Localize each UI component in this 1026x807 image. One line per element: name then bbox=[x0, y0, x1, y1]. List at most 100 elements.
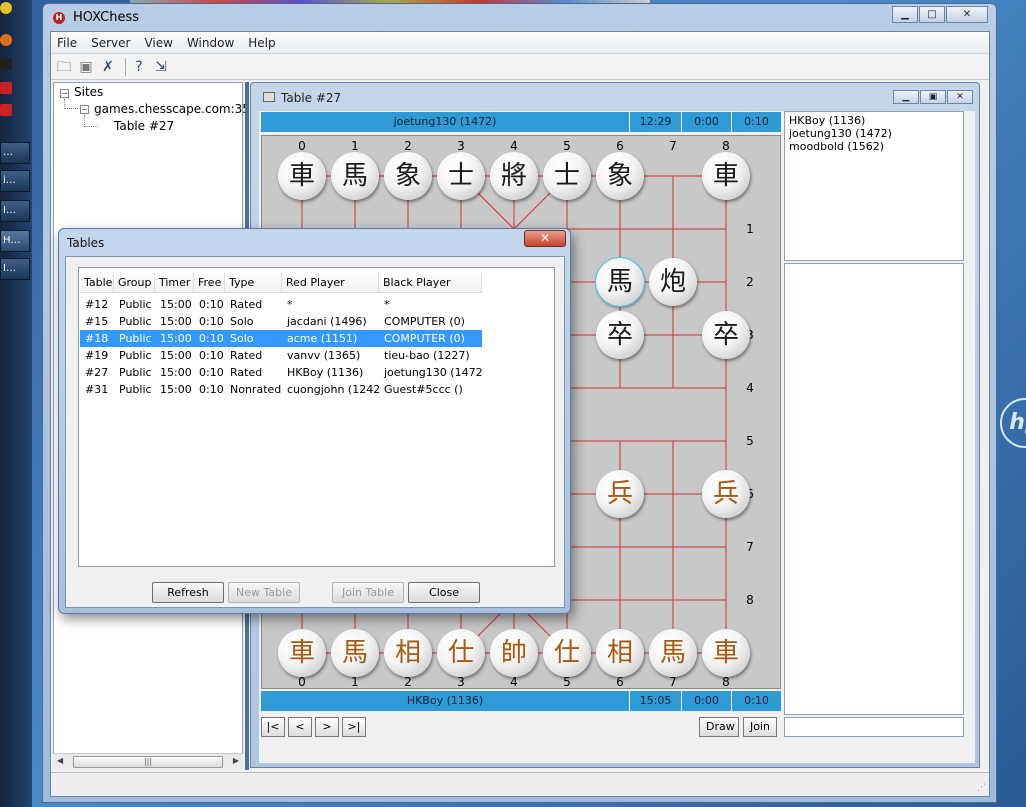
red-piece[interactable]: 相 bbox=[384, 629, 432, 677]
menu-window[interactable]: Window bbox=[187, 36, 234, 50]
tree-node-table[interactable]: Table #27 bbox=[114, 119, 174, 133]
black-piece[interactable]: 卒 bbox=[596, 311, 644, 359]
file-label-top: 5 bbox=[563, 139, 571, 153]
black-piece[interactable]: 將 bbox=[490, 152, 538, 200]
column-header-group[interactable]: Group bbox=[114, 273, 155, 292]
table-row[interactable]: #18 Public 15:00 0:10 Solo acme (1151) COMPUTE… bbox=[80, 330, 482, 347]
table-row[interactable]: #12 Public 15:00 0:10 Rated * * bbox=[80, 296, 482, 313]
file-label-bottom: 3 bbox=[457, 675, 465, 689]
observer-item[interactable]: joetung130 (1472) bbox=[789, 127, 959, 140]
app-icon[interactable] bbox=[0, 104, 12, 116]
red-piece[interactable]: 仕 bbox=[437, 629, 485, 677]
red-piece[interactable]: 車 bbox=[702, 629, 750, 677]
red-piece[interactable]: 帥 bbox=[490, 629, 538, 677]
disconnect-icon[interactable]: ✗ bbox=[99, 58, 117, 76]
file-label-bottom: 6 bbox=[616, 675, 624, 689]
resize-grip-icon[interactable]: ⋰ bbox=[977, 783, 986, 793]
red-piece[interactable]: 兵 bbox=[596, 470, 644, 518]
menu-server[interactable]: Server bbox=[91, 36, 130, 50]
black-piece[interactable]: 士 bbox=[543, 152, 591, 200]
chat-input[interactable] bbox=[784, 717, 964, 737]
join-table-button[interactable]: Join Table bbox=[332, 582, 404, 603]
column-header-red-player[interactable]: Red Player bbox=[282, 273, 379, 292]
close-button[interactable]: ✕ bbox=[946, 6, 988, 23]
open-folder-icon[interactable]: 🗀 bbox=[55, 58, 73, 76]
black-piece[interactable]: 車 bbox=[702, 152, 750, 200]
red-piece[interactable]: 馬 bbox=[649, 629, 697, 677]
chat-log[interactable] bbox=[784, 263, 964, 715]
column-header-type[interactable]: Type bbox=[225, 273, 282, 292]
black-piece[interactable]: 炮 bbox=[649, 258, 697, 306]
table-row[interactable]: #15 Public 15:00 0:10 Solo jacdani (1496) COMP… bbox=[80, 313, 482, 330]
observer-item[interactable]: moodbold (1562) bbox=[789, 140, 959, 153]
save-icon[interactable]: ▣ bbox=[77, 58, 95, 76]
cell-free: 0:10 bbox=[199, 332, 224, 345]
tables-list[interactable]: Table Group Timer Free Type Red Player B… bbox=[78, 267, 555, 567]
scroll-left-icon[interactable]: ◀ bbox=[57, 756, 63, 765]
terminal-icon[interactable] bbox=[0, 58, 12, 70]
black-piece[interactable]: 馬 bbox=[331, 152, 379, 200]
first-move-button[interactable]: |< bbox=[261, 717, 285, 737]
menu-view[interactable]: View bbox=[144, 36, 172, 50]
tree-scrollbar[interactable]: ◀ ||| ▶ bbox=[53, 753, 243, 770]
title-bar[interactable]: H HOXChess ▁ □ ✕ bbox=[43, 4, 996, 30]
draw-button[interactable]: Draw bbox=[699, 717, 739, 737]
cell-group: Public bbox=[119, 332, 152, 345]
table-close-button[interactable]: ✕ bbox=[947, 90, 973, 104]
red-piece[interactable]: 仕 bbox=[543, 629, 591, 677]
refresh-button[interactable]: Refresh bbox=[152, 582, 224, 603]
cell-timer: 15:00 bbox=[160, 366, 192, 379]
black-piece[interactable]: 象 bbox=[384, 152, 432, 200]
next-move-button[interactable]: > bbox=[315, 717, 339, 737]
start-orb-icon[interactable] bbox=[0, 2, 12, 14]
red-piece[interactable]: 兵 bbox=[702, 470, 750, 518]
column-header-table[interactable]: Table bbox=[80, 273, 114, 292]
black-piece[interactable]: 馬 bbox=[595, 257, 645, 307]
black-piece[interactable]: 卒 bbox=[702, 311, 750, 359]
collapse-sites-icon[interactable]: − bbox=[60, 89, 69, 98]
black-piece[interactable]: 士 bbox=[437, 152, 485, 200]
bottom-player-bar: HKBoy (1136) 15:05 0:00 0:10 bbox=[261, 691, 781, 711]
red-piece[interactable]: 車 bbox=[278, 629, 326, 677]
prev-move-button[interactable]: < bbox=[288, 717, 312, 737]
new-table-button[interactable]: New Table bbox=[228, 582, 300, 603]
firefox-icon[interactable] bbox=[0, 34, 12, 46]
black-piece[interactable]: 車 bbox=[278, 152, 326, 200]
table-row[interactable]: #31 Public 15:00 0:10 Nonrated cuongjohn (124… bbox=[80, 381, 482, 398]
maximize-button[interactable]: □ bbox=[919, 6, 945, 23]
table-minimize-button[interactable]: ▁ bbox=[893, 90, 919, 104]
menu-help[interactable]: Help bbox=[248, 36, 275, 50]
minimize-button[interactable]: ▁ bbox=[892, 6, 918, 23]
column-header-timer[interactable]: Timer bbox=[155, 273, 194, 292]
collapse-site-icon[interactable]: − bbox=[80, 105, 89, 114]
column-header-black-player[interactable]: Black Player bbox=[379, 273, 482, 292]
table-row[interactable]: #27 Public 15:00 0:10 Rated HKBoy (1136) joetu… bbox=[80, 364, 482, 381]
task-button-4[interactable]: H… bbox=[0, 230, 30, 252]
last-move-button[interactable]: >| bbox=[342, 717, 366, 737]
table-row[interactable]: #19 Public 15:00 0:10 Rated vanvv (1365) tieu-… bbox=[80, 347, 482, 364]
file-label-top: 6 bbox=[616, 139, 624, 153]
scroll-right-icon[interactable]: ▶ bbox=[233, 756, 239, 765]
red-piece[interactable]: 相 bbox=[596, 629, 644, 677]
observer-item[interactable]: HKBoy (1136) bbox=[789, 114, 959, 127]
help-icon[interactable]: ? bbox=[130, 58, 148, 76]
menu-file[interactable]: File bbox=[57, 36, 77, 50]
bottom-player-free: 0:10 bbox=[731, 691, 781, 711]
dialog-close-button[interactable]: ✕ bbox=[524, 230, 566, 247]
task-button-1[interactable]: … bbox=[0, 142, 30, 164]
task-button-3[interactable]: I… bbox=[0, 200, 30, 222]
dialog-close-action-button[interactable]: Close bbox=[408, 582, 480, 603]
task-button-2[interactable]: i… bbox=[0, 170, 30, 192]
red-piece[interactable]: 馬 bbox=[331, 629, 379, 677]
column-header-free[interactable]: Free bbox=[194, 273, 225, 292]
table-restore-button[interactable]: ▣ bbox=[920, 90, 946, 104]
task-button-5[interactable]: I… bbox=[0, 258, 30, 280]
export-icon[interactable]: ⇲ bbox=[152, 58, 170, 76]
tree-node-site[interactable]: games.chesscape.com:3534 bbox=[94, 102, 265, 116]
tree-node-sites[interactable]: Sites bbox=[74, 85, 103, 99]
filezilla-icon[interactable] bbox=[0, 82, 12, 94]
join-button[interactable]: Join bbox=[743, 717, 777, 737]
scroll-thumb[interactable]: ||| bbox=[73, 756, 223, 768]
black-piece[interactable]: 象 bbox=[596, 152, 644, 200]
observer-list[interactable]: HKBoy (1136) joetung130 (1472) moodbold … bbox=[784, 111, 964, 261]
